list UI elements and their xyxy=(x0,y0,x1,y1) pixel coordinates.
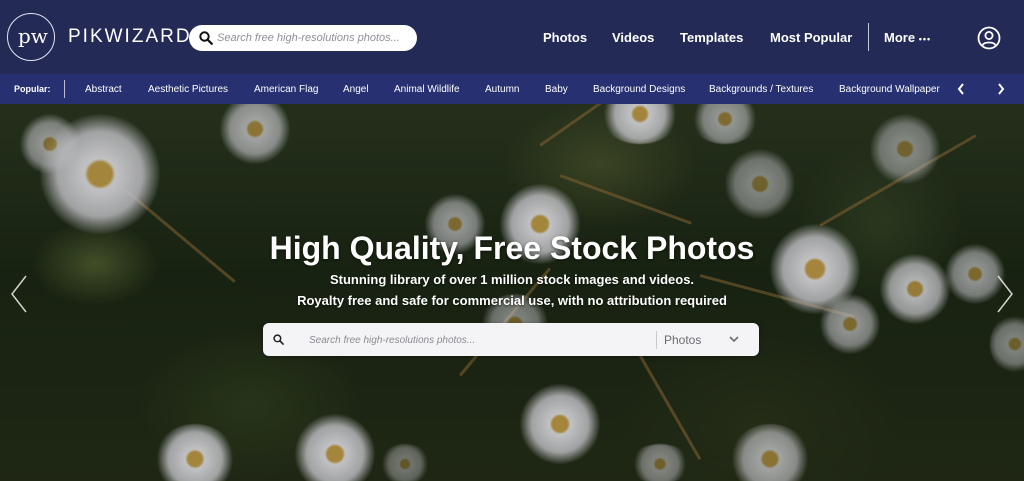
nav-photos[interactable]: Photos xyxy=(543,30,587,45)
popular-tag[interactable]: Baby xyxy=(545,84,568,95)
header-search-box[interactable] xyxy=(189,25,417,51)
popular-tag[interactable]: Backgrounds / Textures xyxy=(709,84,813,95)
search-icon[interactable] xyxy=(273,334,284,345)
chevron-down-icon[interactable] xyxy=(729,335,739,343)
popular-label: Popular: xyxy=(14,84,51,94)
popular-tag[interactable]: Angel xyxy=(343,84,369,95)
popular-tag[interactable]: Background Wallpaper xyxy=(839,84,940,95)
hero-subtitle-line1: Stunning library of over 1 million stock… xyxy=(329,272,695,287)
nav-most-popular[interactable]: Most Popular xyxy=(770,30,852,45)
hero-search-input[interactable] xyxy=(309,330,649,350)
hero-title: High Quality, Free Stock Photos xyxy=(269,230,755,266)
pikwizard-logo[interactable]: pw xyxy=(7,13,55,61)
popular-tag[interactable]: Abstract xyxy=(85,84,122,95)
more-dots-icon: ••• xyxy=(918,34,932,44)
popular-tag[interactable]: Autumn xyxy=(485,84,519,95)
popular-tag[interactable]: Animal Wildlife xyxy=(394,84,460,95)
popular-tag[interactable]: Aesthetic Pictures xyxy=(148,84,228,95)
search-type-divider xyxy=(656,331,657,349)
chevron-right-icon[interactable] xyxy=(994,274,1016,314)
hero-search-box[interactable]: Photos xyxy=(263,323,759,356)
popular-divider xyxy=(64,80,65,98)
logo-monogram: pw xyxy=(18,24,48,48)
chevron-left-icon[interactable] xyxy=(956,82,966,96)
brand-name[interactable]: PIKWIZARD xyxy=(68,27,192,47)
chevron-right-icon[interactable] xyxy=(996,82,1006,96)
chevron-left-icon[interactable] xyxy=(8,274,30,314)
popular-tags-bar: Popular: Abstract Aesthetic Pictures Ame… xyxy=(0,74,1024,104)
popular-tag[interactable]: American Flag xyxy=(254,84,318,95)
nav-more[interactable]: More ••• xyxy=(884,30,931,47)
nav-videos[interactable]: Videos xyxy=(612,30,654,45)
top-header: pw PIKWIZARD Photos Videos Templates Mos… xyxy=(0,0,1024,74)
popular-tag[interactable]: Background Designs xyxy=(593,84,685,95)
user-account-icon[interactable] xyxy=(977,26,1001,50)
hero-banner: High Quality, Free Stock Photos Stunning… xyxy=(0,104,1024,481)
hero-subtitle-line2: Royalty free and safe for commercial use… xyxy=(297,293,727,308)
nav-divider xyxy=(868,23,869,51)
search-icon[interactable] xyxy=(199,31,213,45)
nav-more-label: More xyxy=(884,30,916,45)
header-search-input[interactable] xyxy=(217,28,409,48)
nav-templates[interactable]: Templates xyxy=(680,30,743,45)
search-type-select[interactable]: Photos xyxy=(664,333,701,347)
